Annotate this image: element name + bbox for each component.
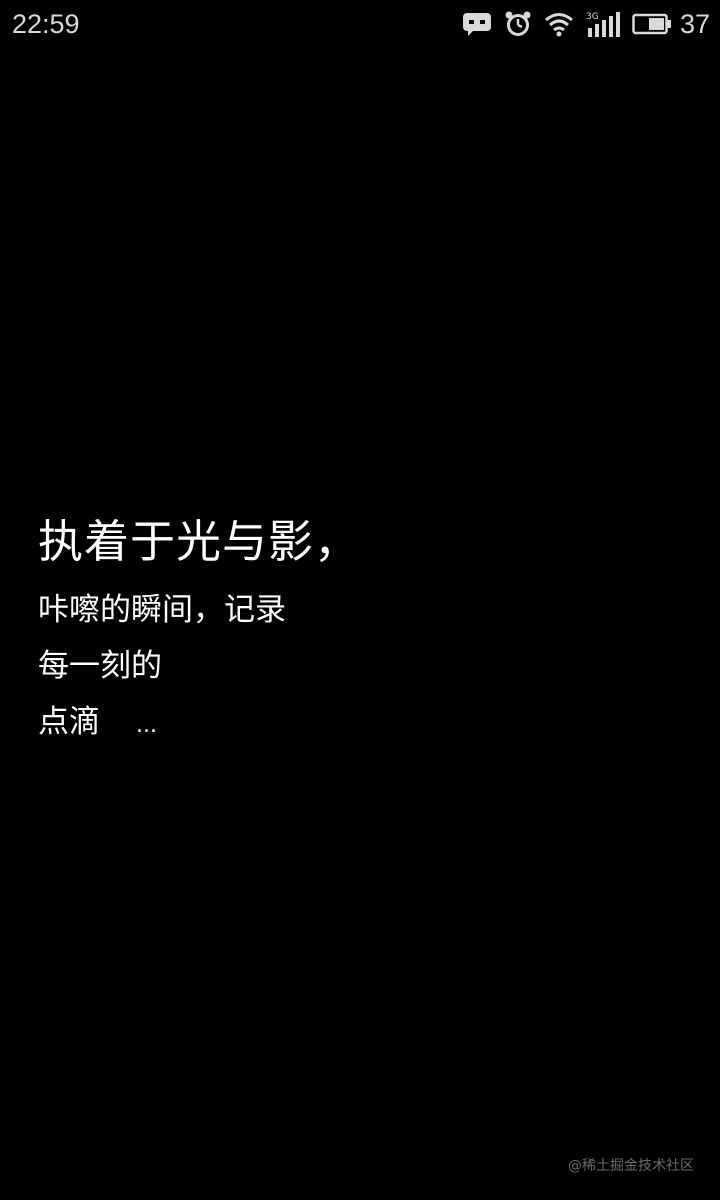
ellipsis: ... xyxy=(136,713,157,738)
network-type-label: 3G xyxy=(586,12,599,22)
wifi-icon xyxy=(544,11,574,37)
splash-text: 执着于光与影， 咔嚓的瞬间，记录 每一刻的 点滴... xyxy=(38,508,678,754)
alarm-icon xyxy=(504,10,532,38)
text-line-2: 每一刻的 xyxy=(38,648,162,684)
battery-icon xyxy=(632,12,672,36)
text-line-3-label: 点滴 xyxy=(38,704,100,740)
status-time: 22:59 xyxy=(12,9,80,39)
status-bar: 22:59 3G 37 xyxy=(0,0,720,48)
battery-level: 37 xyxy=(679,9,710,39)
status-icons: 3G 37 xyxy=(450,8,710,40)
signal-icon: 3G xyxy=(586,10,620,38)
text-line-1: 咔嚓的瞬间，记录 xyxy=(38,592,286,628)
message-icon xyxy=(462,11,492,37)
text-line-3: 点滴... xyxy=(38,694,678,754)
headline: 执着于光与影， xyxy=(38,515,361,568)
watermark: @稀土掘金技术社区 xyxy=(568,1158,694,1174)
